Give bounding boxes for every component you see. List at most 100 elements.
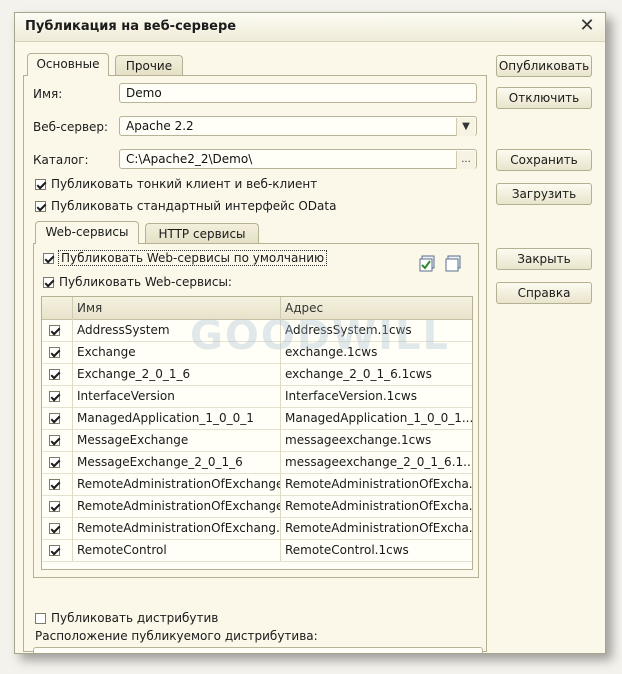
distrib-location-label: Расположение публикуемого дистрибутива: (35, 629, 318, 643)
table-row[interactable]: RemoteControl RemoteControl.1cws (42, 539, 472, 562)
publish-dialog: Публикация на веб-сервере ✕ Основные Про… (14, 12, 606, 654)
distrib-checkbox[interactable] (35, 612, 46, 624)
row-check-cell[interactable] (42, 319, 72, 341)
row-check-cell[interactable] (42, 385, 72, 407)
service-address: RemoteAdministrationOfExcha... (280, 517, 472, 539)
service-name: Exchange_2_0_1_6 (72, 363, 280, 385)
publish-services-label: Публиковать Web-сервисы: (59, 275, 232, 289)
row-check-cell[interactable] (42, 407, 72, 429)
check-all-icon[interactable] (419, 255, 437, 273)
service-address: exchange.1cws (280, 341, 472, 363)
web-server-value: Apache 2.2 (126, 119, 194, 133)
thin-client-option[interactable]: Публиковать тонкий клиент и веб-клиент (35, 177, 317, 191)
row-check-cell[interactable] (42, 451, 72, 473)
tab-http-services[interactable]: HTTP сервисы (145, 223, 259, 244)
tab-other[interactable]: Прочие (115, 55, 183, 76)
distrib-label: Публиковать дистрибутив (51, 611, 219, 625)
table-row[interactable]: ManagedApplication_1_0_0_1 ManagedApplica… (42, 407, 472, 430)
row-checkbox[interactable] (49, 500, 60, 512)
catalog-input[interactable]: C:\Apache2_2\Demo\ ... (119, 149, 477, 169)
service-address: RemoteControl.1cws (280, 539, 472, 561)
thin-client-label: Публиковать тонкий клиент и веб-клиент (51, 177, 318, 191)
service-address: RemoteAdministrationOfExcha... (280, 473, 472, 495)
tab-main[interactable]: Основные (27, 53, 109, 76)
service-name: RemoteAdministrationOfExchang... (72, 517, 280, 539)
distrib-location-input[interactable] (33, 647, 483, 653)
table-row[interactable]: RemoteAdministrationOfExchang... RemoteAd… (42, 517, 472, 540)
distrib-option[interactable]: Публиковать дистрибутив (35, 611, 218, 625)
web-server-select[interactable]: Apache 2.2 ▼ (119, 116, 477, 136)
load-button[interactable]: Загрузить (496, 183, 592, 205)
header-name[interactable]: Имя (72, 297, 280, 319)
table-row[interactable]: Exchange_2_0_1_6 exchange_2_0_1_6.1cws (42, 363, 472, 386)
service-name: RemoteAdministrationOfExchange... (72, 495, 280, 517)
table-row[interactable]: Exchange exchange.1cws (42, 341, 472, 364)
table-row[interactable]: InterfaceVersion InterfaceVersion.1cws (42, 385, 472, 408)
table-row[interactable]: RemoteAdministrationOfExchange RemoteAdmi… (42, 473, 472, 496)
name-input[interactable]: Demo (119, 83, 477, 103)
tab-web-services[interactable]: Web-сервисы (35, 221, 139, 244)
row-checkbox[interactable] (49, 390, 60, 402)
window-title: Публикация на веб-сервере (25, 19, 237, 34)
service-name: InterfaceVersion (72, 385, 280, 407)
service-name: MessageExchange_2_0_1_6 (72, 451, 280, 473)
browse-button[interactable]: ... (456, 151, 475, 169)
row-check-cell[interactable] (42, 517, 72, 539)
row-check-cell[interactable] (42, 539, 72, 561)
service-address: AddressSystem.1cws (280, 319, 472, 341)
row-check-cell[interactable] (42, 429, 72, 451)
close-icon[interactable]: ✕ (577, 16, 597, 36)
service-name: Exchange (72, 341, 280, 363)
header-address[interactable]: Адрес (280, 297, 472, 319)
default-services-label: Публиковать Web-сервисы по умолчанию (57, 250, 328, 266)
header-check (42, 297, 72, 319)
uncheck-all-icon[interactable] (445, 255, 463, 273)
service-address: RemoteAdministrationOfExcha... (280, 495, 472, 517)
name-label: Имя: (33, 87, 63, 101)
help-button[interactable]: Справка (496, 282, 592, 304)
web-server-label: Веб-сервер: (33, 120, 109, 134)
service-address: ManagedApplication_1_0_0_1... (280, 407, 472, 429)
default-services-checkbox[interactable] (43, 252, 54, 264)
service-name: AddressSystem (72, 319, 280, 341)
chevron-down-icon[interactable]: ▼ (456, 118, 475, 136)
row-checkbox[interactable] (49, 324, 60, 336)
row-checkbox[interactable] (49, 522, 60, 534)
catalog-label: Каталог: (33, 153, 89, 167)
publish-button[interactable]: Опубликовать (496, 55, 592, 77)
close-button[interactable]: Закрыть (496, 248, 592, 270)
table-row[interactable]: MessageExchange_2_0_1_6 messageexchange_2… (42, 451, 472, 474)
service-name: MessageExchange (72, 429, 280, 451)
row-checkbox[interactable] (49, 456, 60, 468)
row-checkbox[interactable] (49, 412, 60, 424)
row-check-cell[interactable] (42, 495, 72, 517)
disable-button[interactable]: Отключить (496, 87, 592, 109)
row-checkbox[interactable] (49, 434, 60, 446)
odata-checkbox[interactable] (35, 200, 46, 212)
row-checkbox[interactable] (49, 478, 60, 490)
row-check-cell[interactable] (42, 363, 72, 385)
publish-services-checkbox[interactable] (43, 276, 54, 288)
default-services-option[interactable]: Публиковать Web-сервисы по умолчанию (43, 250, 328, 266)
table-row[interactable]: AddressSystem AddressSystem.1cws (42, 319, 472, 342)
row-check-cell[interactable] (42, 473, 72, 495)
publish-services-option[interactable]: Публиковать Web-сервисы: (43, 275, 232, 289)
thin-client-checkbox[interactable] (35, 178, 46, 190)
table-row[interactable]: MessageExchange messageexchange.1cws (42, 429, 472, 452)
title-bar[interactable]: Публикация на веб-сервере ✕ (15, 13, 605, 42)
odata-option[interactable]: Публиковать стандартный интерфейс OData (35, 199, 336, 213)
service-address: InterfaceVersion.1cws (280, 385, 472, 407)
service-address: messageexchange.1cws (280, 429, 472, 451)
row-checkbox[interactable] (49, 544, 60, 556)
service-name: ManagedApplication_1_0_0_1 (72, 407, 280, 429)
save-button[interactable]: Сохранить (496, 149, 592, 171)
web-services-table: Имя Адрес AddressSystem AddressSystem.1cw… (41, 296, 473, 570)
service-address: messageexchange_2_0_1_6.1... (280, 451, 472, 473)
service-name: RemoteControl (72, 539, 280, 561)
row-checkbox[interactable] (49, 368, 60, 380)
service-address: exchange_2_0_1_6.1cws (280, 363, 472, 385)
table-header: Имя Адрес (42, 297, 472, 320)
table-row[interactable]: RemoteAdministrationOfExchange... RemoteA… (42, 495, 472, 518)
row-check-cell[interactable] (42, 341, 72, 363)
row-checkbox[interactable] (49, 346, 60, 358)
